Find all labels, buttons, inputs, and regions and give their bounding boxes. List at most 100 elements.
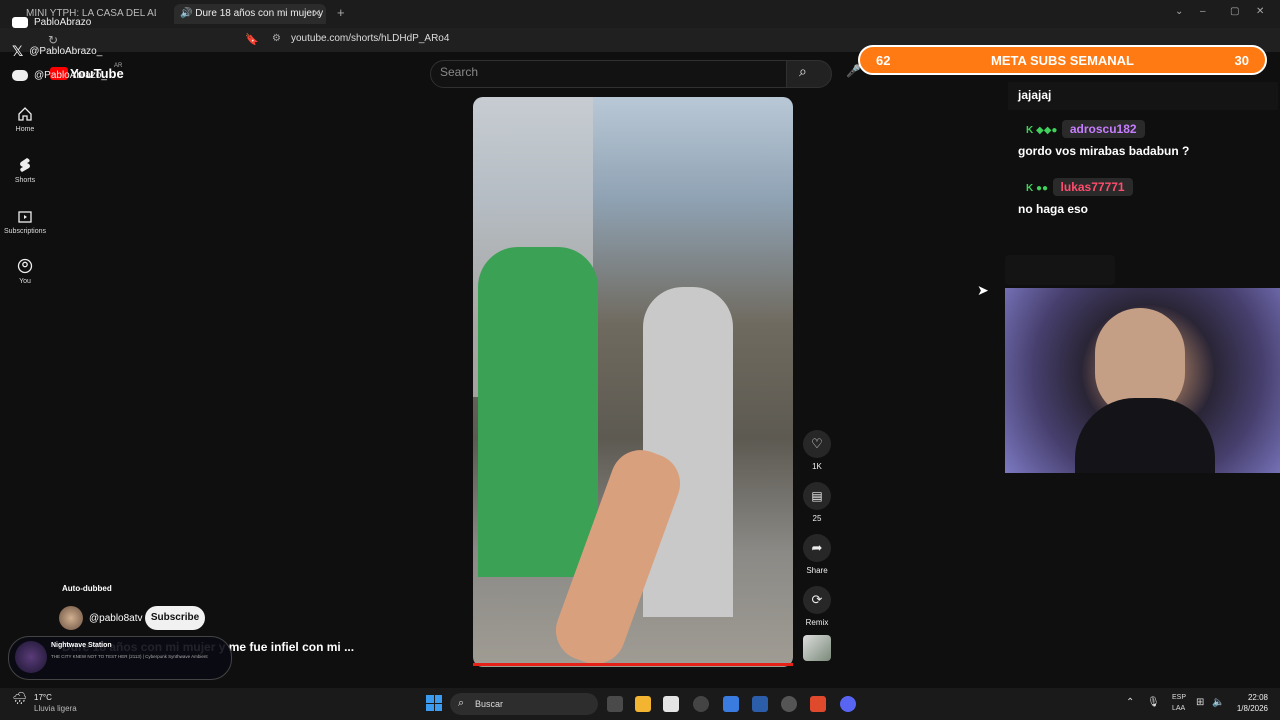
auto-dubbed-label: Auto-dubbed xyxy=(62,584,112,593)
webcam-body xyxy=(1075,398,1215,473)
microphone-icon[interactable]: 🎙 xyxy=(1147,697,1160,708)
clock-date: 1/8/2026 xyxy=(1236,704,1268,713)
shorts-icon xyxy=(20,158,30,172)
goal-target: 30 xyxy=(1234,52,1249,68)
like-count: 1K xyxy=(812,462,822,471)
chat-text: gordo vos mirabas badabun ? xyxy=(1018,144,1190,158)
sidebar-item-label: Subscriptions xyxy=(3,228,47,235)
speaker-icon: 🔊 xyxy=(180,8,196,19)
sidebar-item-label: Home xyxy=(15,126,35,133)
weather-temp[interactable]: 17°C xyxy=(34,693,52,702)
now-playing-widget: Nightwave Station THE CITY KNEW NOT TO T… xyxy=(8,636,232,680)
sidebar-item-label: You xyxy=(19,278,31,285)
new-tab-button[interactable]: + xyxy=(337,5,345,20)
music-disc-icon xyxy=(15,641,47,673)
taskbar-search[interactable] xyxy=(450,693,598,715)
chevron-up-icon[interactable]: ⌃ xyxy=(1126,697,1134,708)
chevron-down-icon[interactable]: ⌄ xyxy=(1175,6,1183,17)
maximize-button[interactable]: ▢ xyxy=(1230,6,1239,17)
home-icon xyxy=(18,107,32,121)
video-person-right xyxy=(643,287,733,617)
like-icon: ♡ xyxy=(811,436,823,451)
obs-icon[interactable] xyxy=(781,696,797,712)
youtube-icon xyxy=(12,17,28,28)
share-button[interactable]: ➦ Share xyxy=(803,534,831,575)
minimize-button[interactable]: – xyxy=(1200,6,1206,17)
network-icon[interactable]: ⊞ xyxy=(1196,697,1204,708)
search-icon: ⌕ xyxy=(458,697,465,709)
mouse-cursor-icon: ➤ xyxy=(977,282,989,298)
channel-name[interactable]: @pablo8atv xyxy=(89,613,143,624)
x-icon: 𝕏 xyxy=(12,43,24,59)
comment-count: 25 xyxy=(812,514,822,523)
start-button[interactable] xyxy=(426,695,442,711)
remix-icon: ⟳ xyxy=(811,592,823,607)
chat-message: K ◆◆● adroscu182 gordo vos mirabas badab… xyxy=(1008,120,1278,158)
tab-label: Dure 18 años con mi mujer y xyxy=(195,8,324,19)
visual-studio-icon[interactable] xyxy=(752,696,768,712)
social-youtube: PabloAbrazo xyxy=(12,17,91,28)
snipping-tool-icon[interactable] xyxy=(663,696,679,712)
like-button[interactable]: ♡ 1K xyxy=(803,430,831,471)
subs-goal-bar: 62 META SUBS SEMANAL 30 xyxy=(858,45,1267,75)
remix-button[interactable]: ⟳ Remix xyxy=(803,586,831,627)
task-view-icon[interactable] xyxy=(607,696,623,712)
brave-browser-icon[interactable] xyxy=(810,696,826,712)
music-track: THE CITY KNEW NOT TO TEST HER (2113) | C… xyxy=(51,654,208,659)
video-progress-bar[interactable] xyxy=(473,663,793,666)
comment-icon: ▤ xyxy=(811,489,823,503)
sidebar-item-subscriptions[interactable]: Subscriptions xyxy=(0,208,50,235)
social-label: PabloAbrazo xyxy=(34,17,92,28)
subscriptions-icon xyxy=(18,211,32,223)
weather-icon: 🌧 xyxy=(12,691,28,705)
you-icon xyxy=(17,258,33,274)
bookmark-icon[interactable]: 🔖 xyxy=(245,33,259,46)
chat-badges-icon: K ◆◆● xyxy=(1026,125,1058,136)
file-explorer-icon[interactable] xyxy=(635,696,651,712)
share-label: Share xyxy=(806,566,828,575)
subscribe-button[interactable]: Subscribe xyxy=(145,606,205,630)
goal-title: META SUBS SEMANAL xyxy=(991,52,1134,68)
discord-icon[interactable] xyxy=(840,696,856,712)
region-code: AR xyxy=(114,63,123,69)
close-window-button[interactable]: ✕ xyxy=(1256,6,1264,17)
social-label: @PabloAbrazo_ xyxy=(34,70,107,81)
chat-message: K ●● lukas77771 no haga eso xyxy=(1008,178,1278,216)
chat-username: lukas77771 xyxy=(1052,178,1133,196)
language-layout: LAA xyxy=(1172,705,1186,712)
comment-button[interactable]: ▤ 25 xyxy=(803,482,831,523)
url-text[interactable]: youtube.com/shorts/hLDHdP_ARo4 xyxy=(291,33,449,44)
app-icon[interactable] xyxy=(693,696,709,712)
volume-icon[interactable]: 🔈 xyxy=(1212,697,1224,708)
weather-desc: Lluvia ligera xyxy=(34,704,77,713)
clock-time[interactable]: 22:08 xyxy=(1234,693,1268,702)
close-tab-icon[interactable]: ✕ xyxy=(312,7,321,20)
social-discord: @PabloAbrazo_ xyxy=(12,70,107,81)
social-label: @PabloAbrazo_ xyxy=(29,46,103,57)
short-video-player[interactable] xyxy=(473,97,793,667)
remix-label: Remix xyxy=(805,618,829,627)
social-x: 𝕏 @PabloAbrazo_ xyxy=(12,43,102,60)
sidebar-item-shorts[interactable]: Shorts xyxy=(0,157,50,184)
tab-active-short[interactable]: 🔊 Dure 18 años con mi mujer y xyxy=(174,4,326,24)
chat-text: no haga eso xyxy=(1018,202,1089,216)
app-icon[interactable] xyxy=(723,696,739,712)
sidebar-item-label: Shorts xyxy=(14,177,36,184)
search-icon: ⌕ xyxy=(799,63,807,79)
chat-username: adroscu182 xyxy=(1061,120,1145,138)
sidebar-item-you[interactable]: You xyxy=(0,258,50,285)
chat-placeholder-box xyxy=(1005,255,1115,285)
language-code[interactable]: ESP xyxy=(1172,694,1186,701)
video-person-left xyxy=(478,247,598,577)
sound-thumbnail[interactable] xyxy=(803,635,831,661)
search-input[interactable] xyxy=(430,60,788,88)
chat-badges-icon: K ●● xyxy=(1026,183,1049,194)
chat-message: jajajaj xyxy=(1008,82,1278,110)
search-button[interactable] xyxy=(786,60,832,88)
avatar[interactable] xyxy=(59,606,83,630)
site-info-icon[interactable]: ⚙ xyxy=(272,33,281,44)
chat-text: jajajaj xyxy=(1018,88,1052,102)
music-station: Nightwave Station xyxy=(51,642,112,649)
sidebar-item-home[interactable]: Home xyxy=(0,106,50,133)
goal-current: 62 xyxy=(876,52,891,68)
